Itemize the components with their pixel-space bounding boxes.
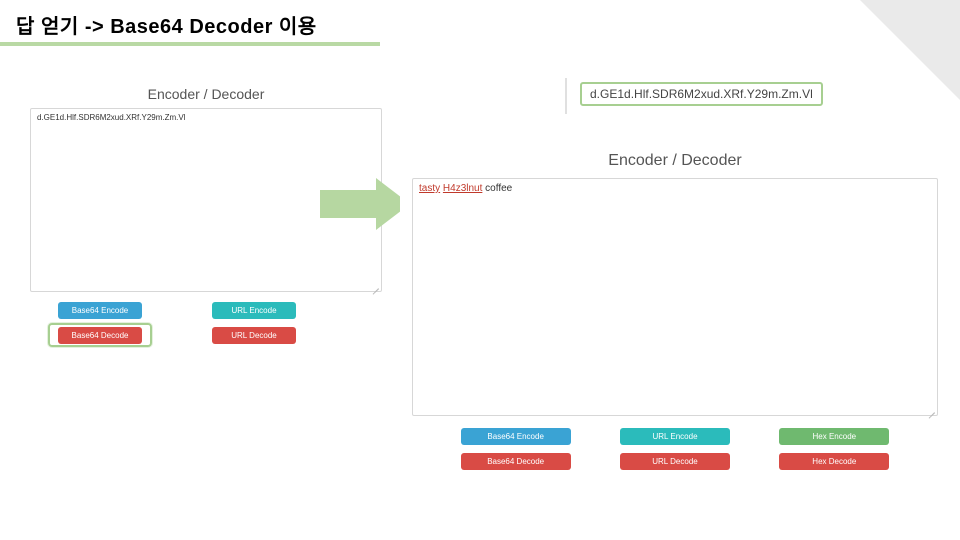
encoder-textarea-right[interactable]: tasty H4z3lnut coffee bbox=[412, 178, 938, 416]
encoder-textarea-left-value: d.GE1d.Hlf.SDR6M2xud.XRf.Y29m.Zm.Vl bbox=[37, 113, 186, 122]
resize-handle-icon[interactable] bbox=[371, 281, 379, 289]
encoder-decoder-panel-after: Encoder / Decoder tasty H4z3lnut coffee … bbox=[400, 144, 950, 488]
highlight-base64-decode-left bbox=[48, 323, 152, 347]
panel-title-left: Encoder / Decoder bbox=[22, 82, 390, 108]
title-underline bbox=[0, 42, 380, 46]
url-decode-button-right[interactable]: URL Decode bbox=[620, 453, 730, 470]
hex-decode-button-right[interactable]: Hex Decode bbox=[779, 453, 889, 470]
callout-left-bar bbox=[565, 78, 567, 114]
decoded-output-suffix: coffee bbox=[485, 183, 512, 194]
decoded-output-prefix: tasty bbox=[419, 183, 440, 194]
base64-decode-button-right[interactable]: Base64 Decode bbox=[461, 453, 571, 470]
url-encode-button-left[interactable]: URL Encode bbox=[212, 302, 296, 319]
slide-corner-decoration bbox=[860, 0, 960, 100]
base64-encode-button-right[interactable]: Base64 Encode bbox=[461, 428, 571, 445]
base64-encode-button-left[interactable]: Base64 Encode bbox=[58, 302, 142, 319]
panel-title-right: Encoder / Decoder bbox=[400, 144, 950, 178]
arrow-icon bbox=[320, 178, 410, 230]
decoded-output-mid: H4z3lnut bbox=[443, 183, 482, 194]
slide-title: 답 얻기 -> Base64 Decoder 이용 bbox=[16, 10, 317, 39]
resize-handle-icon[interactable] bbox=[927, 405, 935, 413]
encoded-string-callout: d.GE1d.Hlf.SDR6M2xud.XRf.Y29m.Zm.Vl bbox=[580, 82, 823, 106]
url-encode-button-right[interactable]: URL Encode bbox=[620, 428, 730, 445]
hex-encode-button-right[interactable]: Hex Encode bbox=[779, 428, 889, 445]
url-decode-button-left[interactable]: URL Decode bbox=[212, 327, 296, 344]
